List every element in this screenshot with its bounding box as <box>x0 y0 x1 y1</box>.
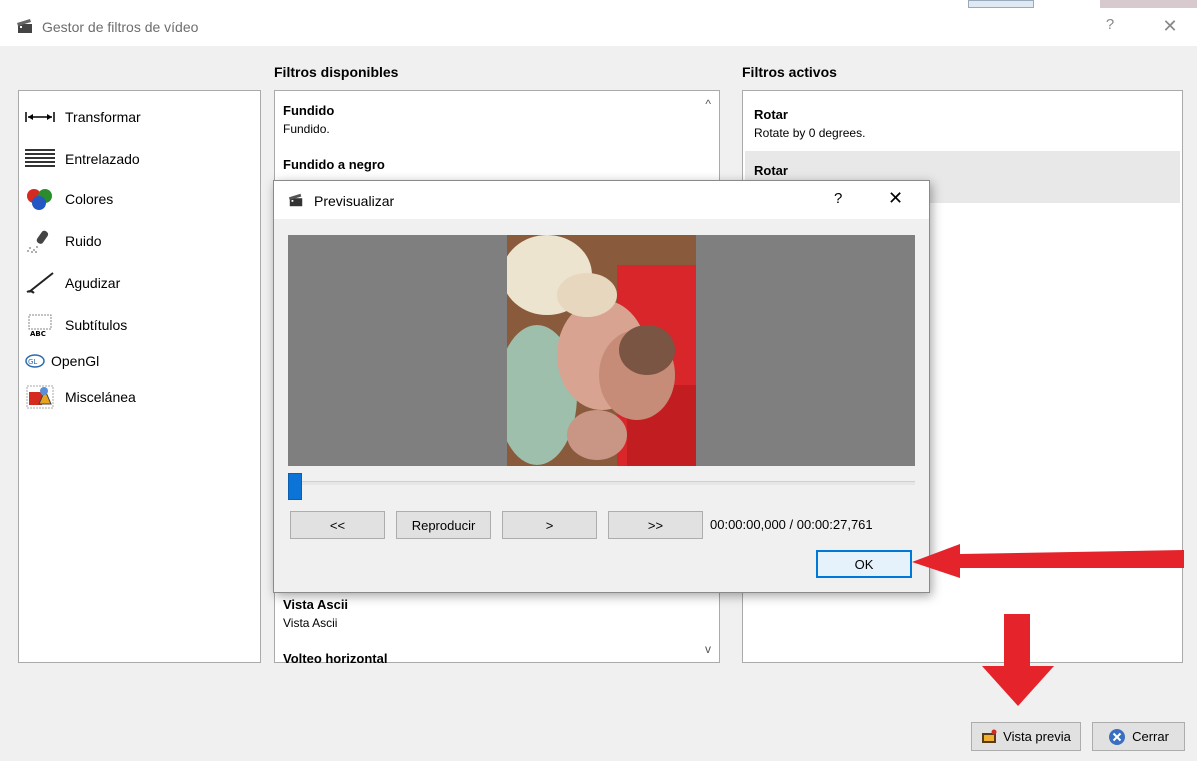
category-transformar[interactable]: Transformar <box>25 103 141 131</box>
category-list: Transformar Entrelazado Colores Ruido Ag… <box>18 90 261 663</box>
play-button[interactable]: Reproducir <box>396 511 491 539</box>
category-miscelanea[interactable]: Miscelánea <box>25 383 136 411</box>
preview-button-label: Vista previa <box>1003 729 1071 744</box>
dialog-close-button[interactable]: ✕ <box>888 188 903 209</box>
next-frame-button[interactable]: > <box>502 511 597 539</box>
preview-icon <box>982 729 997 743</box>
preview-dialog: Previsualizar ? ✕ << Reproducir > >> 00:… <box>273 180 930 593</box>
filter-item-fundido[interactable]: Fundido Fundido. <box>283 103 693 136</box>
window-titlebar: Gestor de filtros de vídeo ? ✕ <box>0 10 1197 46</box>
category-label: Agudizar <box>65 275 121 291</box>
category-label: Colores <box>65 191 114 207</box>
clapperboard-icon <box>288 193 303 207</box>
ok-button[interactable]: OK <box>816 550 912 578</box>
rewind-button[interactable]: << <box>290 511 385 539</box>
category-entrelazado[interactable]: Entrelazado <box>25 145 140 173</box>
category-label: Miscelánea <box>65 389 136 405</box>
seek-slider-track[interactable] <box>288 481 915 485</box>
filter-item-vista-ascii[interactable]: Vista Ascii Vista Ascii <box>283 597 693 630</box>
noise-icon <box>25 228 55 254</box>
dialog-title: Previsualizar <box>314 193 395 209</box>
interlace-icon <box>25 146 55 172</box>
filter-description: Fundido. <box>283 122 330 136</box>
category-subtitulos[interactable]: ABC Subtítulos <box>25 311 127 339</box>
video-preview <box>288 235 915 466</box>
close-button[interactable]: Cerrar <box>1092 722 1185 751</box>
background-window-edge-2 <box>1100 0 1197 8</box>
category-label: Ruido <box>65 233 102 249</box>
opengl-icon: GL <box>25 348 45 374</box>
filter-name: Vista Ascii <box>283 597 349 612</box>
scroll-down-arrow[interactable]: v <box>705 642 711 656</box>
filter-name: Rotar <box>754 163 788 178</box>
available-filters-heading: Filtros disponibles <box>274 64 399 80</box>
filter-name: Rotar <box>754 107 788 122</box>
filter-item-volteo-horizontal[interactable]: Volteo horizontal <box>283 651 693 663</box>
category-label: Transformar <box>65 109 141 125</box>
filter-description: Vista Ascii <box>283 616 338 630</box>
svg-text:GL: GL <box>28 358 37 366</box>
category-colores[interactable]: Colores <box>25 185 113 213</box>
misc-icon <box>25 384 55 410</box>
active-filter-item[interactable]: Rotar Rotate by 0 degrees. <box>745 95 1180 147</box>
arrow-pointing-left-annotation <box>912 544 1184 578</box>
category-opengl[interactable]: GL OpenGl <box>25 347 99 375</box>
active-filters-heading: Filtros activos <box>742 64 837 80</box>
time-display: 00:00:00,000 / 00:00:27,761 <box>710 517 873 532</box>
filter-name: Fundido <box>283 103 335 118</box>
dialog-titlebar: Previsualizar ? ✕ <box>274 181 929 219</box>
colors-icon <box>25 186 55 212</box>
transform-icon <box>25 104 55 130</box>
category-label: Subtítulos <box>65 317 128 333</box>
svg-text:ABC: ABC <box>30 330 46 338</box>
scroll-up-arrow[interactable]: ^ <box>705 97 711 111</box>
sharpen-icon <box>25 270 55 296</box>
seek-slider-handle[interactable] <box>288 473 302 500</box>
category-label: OpenGl <box>51 353 100 369</box>
dialog-help-button[interactable]: ? <box>834 190 842 207</box>
clapperboard-icon <box>17 19 32 33</box>
window-title: Gestor de filtros de vídeo <box>42 19 199 35</box>
category-agudizar[interactable]: Agudizar <box>25 269 120 297</box>
filter-name: Fundido a negro <box>283 157 385 172</box>
category-ruido[interactable]: Ruido <box>25 227 102 255</box>
filter-description: Rotate by 0 degrees. <box>754 126 866 140</box>
fast-forward-button[interactable]: >> <box>608 511 703 539</box>
close-circle-icon <box>1109 728 1126 745</box>
background-window-edge <box>968 0 1034 8</box>
filter-name: Volteo horizontal <box>283 651 388 663</box>
close-button-label: Cerrar <box>1132 729 1169 744</box>
subtitles-icon: ABC <box>25 312 55 338</box>
category-label: Entrelazado <box>65 151 140 167</box>
arrow-pointing-down-annotation <box>982 614 1054 706</box>
help-button[interactable]: ? <box>1100 16 1120 33</box>
preview-button[interactable]: Vista previa <box>971 722 1081 751</box>
close-window-button[interactable]: ✕ <box>1158 16 1182 37</box>
filter-item-fundido-a-negro[interactable]: Fundido a negro <box>283 157 693 172</box>
video-frame <box>507 235 696 466</box>
